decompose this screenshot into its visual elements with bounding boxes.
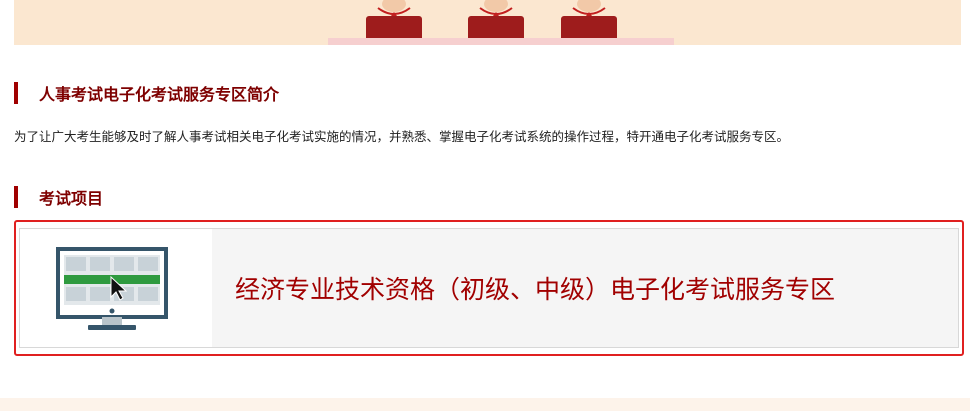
heading-accent-bar: [14, 186, 18, 208]
heading-accent-bar: [14, 82, 18, 104]
customer-service-agent-icon: [366, 0, 422, 42]
computer-monitor-icon: [56, 247, 168, 330]
banner-desk: [328, 38, 674, 45]
customer-service-agent-icon: [561, 0, 617, 42]
projects-section-title: 考试项目: [39, 189, 104, 208]
intro-section-title: 人事考试电子化考试服务专区简介: [39, 85, 280, 104]
exam-project-card-inner: 经济专业技术资格（初级、中级）电子化考试服务专区: [19, 228, 959, 348]
top-banner-illustration: [14, 0, 961, 45]
footer-strip: [0, 398, 970, 411]
intro-paragraph: 为了让广大考生能够及时了解人事考试相关电子化考试实施的情况，并熟悉、掌握电子化考…: [14, 129, 790, 144]
projects-section-heading: 考试项目: [14, 186, 103, 208]
intro-section-heading: 人事考试电子化考试服务专区简介: [14, 82, 279, 104]
exam-project-card[interactable]: 经济专业技术资格（初级、中级）电子化考试服务专区: [14, 220, 964, 356]
customer-service-agent-icon: [468, 0, 524, 42]
exam-project-link[interactable]: 经济专业技术资格（初级、中级）电子化考试服务专区: [235, 229, 835, 347]
exam-project-icon-area: [20, 229, 212, 347]
